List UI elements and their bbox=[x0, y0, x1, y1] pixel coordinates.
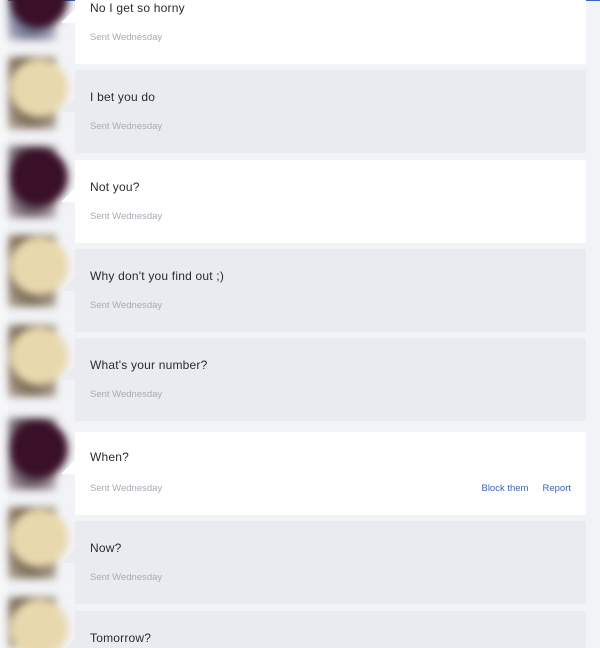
message-text: Tomorrow? bbox=[90, 631, 152, 645]
message-timestamp: Sent Wednesday bbox=[90, 32, 163, 43]
message-text: What's your number? bbox=[90, 358, 208, 372]
message-timestamp: Sent Wednesday bbox=[90, 121, 163, 132]
message-text: I bet you do bbox=[90, 90, 156, 104]
message-actions: Block them Report bbox=[481, 483, 571, 494]
avatar[interactable] bbox=[8, 325, 68, 397]
message-bubble: Not you? Sent Wednesday bbox=[61, 160, 586, 243]
block-button[interactable]: Block them bbox=[481, 483, 528, 494]
message-bubble: No I get so horny Sent Wednesday bbox=[61, 0, 586, 64]
avatar[interactable] bbox=[8, 0, 68, 40]
message-timestamp: Sent Wednesday bbox=[90, 300, 163, 311]
message-bubble: What's your number? Sent Wednesday bbox=[61, 338, 586, 421]
message-bubble: When? Sent Wednesday Block them Report bbox=[61, 432, 586, 515]
report-button[interactable]: Report bbox=[542, 483, 571, 494]
message-bubble: Now? Sent Wednesday bbox=[61, 521, 586, 604]
avatar[interactable] bbox=[8, 507, 68, 579]
message-text: Why don't you find out ;) bbox=[90, 269, 225, 283]
avatar[interactable] bbox=[8, 146, 68, 218]
message-bubble: Why don't you find out ;) Sent Wednesday bbox=[61, 249, 586, 332]
avatar[interactable] bbox=[8, 418, 68, 490]
message-text: Not you? bbox=[90, 180, 140, 194]
message-text: No I get so horny bbox=[90, 1, 185, 15]
message-text: Now? bbox=[90, 541, 122, 555]
message-timestamp: Sent Wednesday bbox=[90, 211, 163, 222]
left-rail bbox=[0, 0, 8, 648]
message-timestamp: Sent Wednesday bbox=[90, 483, 163, 494]
message-text: When? bbox=[90, 450, 130, 464]
message-bubble: I bet you do Sent Wednesday bbox=[61, 70, 586, 153]
message-timestamp: Sent Wednesday bbox=[90, 572, 163, 583]
avatar[interactable] bbox=[8, 57, 68, 129]
message-timestamp: Sent Wednesday bbox=[90, 389, 163, 400]
avatar[interactable] bbox=[8, 597, 68, 648]
avatar[interactable] bbox=[8, 235, 68, 307]
message-bubble: Tomorrow? bbox=[61, 611, 586, 648]
